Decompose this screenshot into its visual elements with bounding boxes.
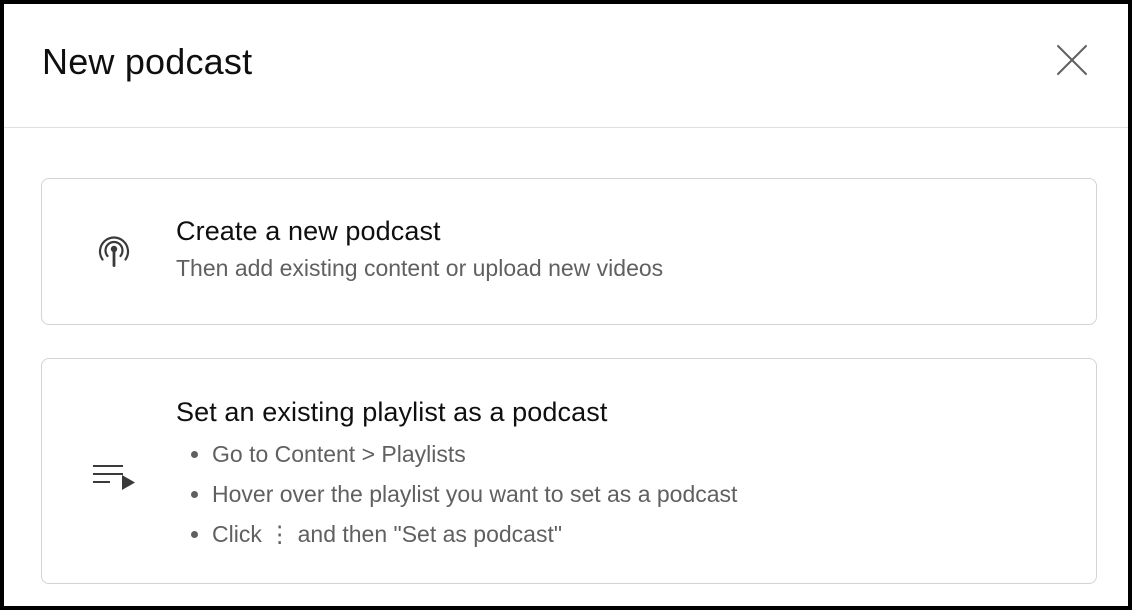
create-option-title: Create a new podcast [176, 216, 441, 246]
playlist-option-text: Set an existing playlist as a podcast Go… [176, 394, 737, 554]
playlist-option-title: Set an existing playlist as a podcast [176, 397, 608, 427]
podcast-icon [92, 229, 136, 273]
close-button[interactable] [1054, 42, 1090, 78]
playlist-steps-list: Go to Content > Playlists Hover over the… [176, 434, 737, 554]
create-option-text: Create a new podcast Then add existing c… [176, 213, 663, 283]
close-icon [1057, 45, 1087, 75]
dialog-title: New podcast [42, 41, 253, 82]
list-item: Hover over the playlist you want to set … [176, 474, 737, 514]
set-playlist-as-podcast-option[interactable]: Set an existing playlist as a podcast Go… [41, 358, 1097, 584]
playlist-play-icon [92, 455, 136, 499]
create-option-subtitle: Then add existing content or upload new … [176, 255, 664, 281]
dialog-header: New podcast [4, 4, 1128, 128]
list-item: Click ⋮ and then "Set as podcast" [176, 514, 737, 554]
create-new-podcast-option[interactable]: Create a new podcast Then add existing c… [41, 178, 1097, 325]
list-item: Go to Content > Playlists [176, 434, 737, 474]
new-podcast-dialog: New podcast Create a new podcast Then ad… [4, 4, 1128, 606]
